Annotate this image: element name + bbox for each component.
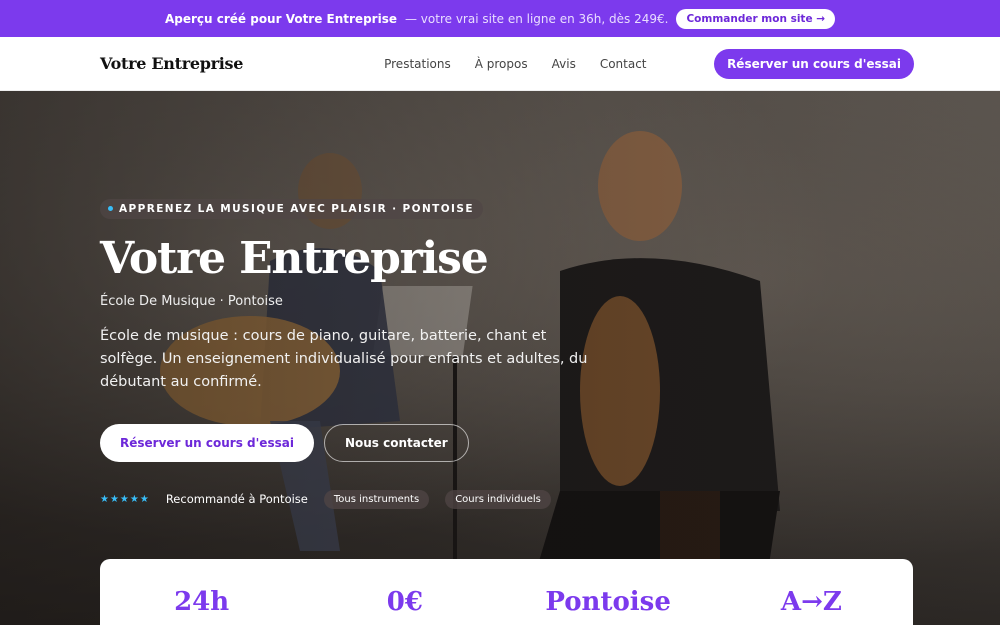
hero-content: Apprenez la musique avec plaisir · Ponto… (100, 196, 600, 509)
contact-button[interactable]: Nous contacter (323, 423, 469, 462)
nav-item-contact[interactable]: Contact (600, 57, 647, 71)
promo-banner: Aperçu créé pour Votre Entreprise — votr… (0, 0, 1000, 37)
order-site-button[interactable]: Commander mon site → (676, 8, 836, 29)
hero-subtitle: École De Musique · Pontoise (100, 293, 283, 309)
nav-item-a-propos[interactable]: À propos (475, 57, 528, 71)
chip-individual-lessons: Cours individuels (445, 489, 551, 509)
kicker-dot-icon (108, 206, 113, 211)
social-proof: ★★★★★ Recommandé à Pontoise Tous instrum… (100, 489, 600, 509)
book-trial-nav-button[interactable]: Réserver un cours d'essai (714, 48, 914, 79)
chip-all-instruments: Tous instruments (323, 489, 430, 509)
book-trial-button[interactable]: Réserver un cours d'essai (100, 423, 314, 462)
hero-section: Apprenez la musique avec plaisir · Ponto… (0, 91, 1000, 625)
rating-stars-icon: ★★★★★ (100, 493, 150, 505)
stat-location: Pontoise (545, 587, 671, 617)
nav-item-avis[interactable]: Avis (552, 57, 576, 71)
promo-bold: Aperçu créé pour Votre Entreprise (164, 11, 397, 26)
kicker-text: Apprenez la musique avec plaisir · Ponto… (119, 202, 474, 215)
recommendation-text: Recommandé à Pontoise (165, 492, 308, 506)
hero-description: École de musique : cours de piano, guita… (100, 327, 588, 390)
logo[interactable]: Votre Entreprise (100, 54, 243, 73)
promo-text: — votre vrai site en ligne en 36h, dès 2… (404, 11, 669, 26)
hero-ctas: Réserver un cours d'essai Nous contacter (100, 423, 600, 462)
top-nav: Votre Entreprise Prestations À propos Av… (0, 37, 1000, 91)
stat-range: A→Z (780, 587, 842, 617)
stat-delay: 24h (174, 587, 230, 617)
hero-title: Votre Entreprise (100, 232, 489, 284)
stat-price: 0€ (386, 587, 423, 617)
stats-card: 24h 0€ Pontoise A→Z (100, 559, 913, 625)
nav-item-prestations[interactable]: Prestations (384, 57, 451, 71)
main-menu: Prestations À propos Avis Contact (384, 57, 646, 71)
hero-kicker: Apprenez la musique avec plaisir · Ponto… (100, 198, 483, 219)
